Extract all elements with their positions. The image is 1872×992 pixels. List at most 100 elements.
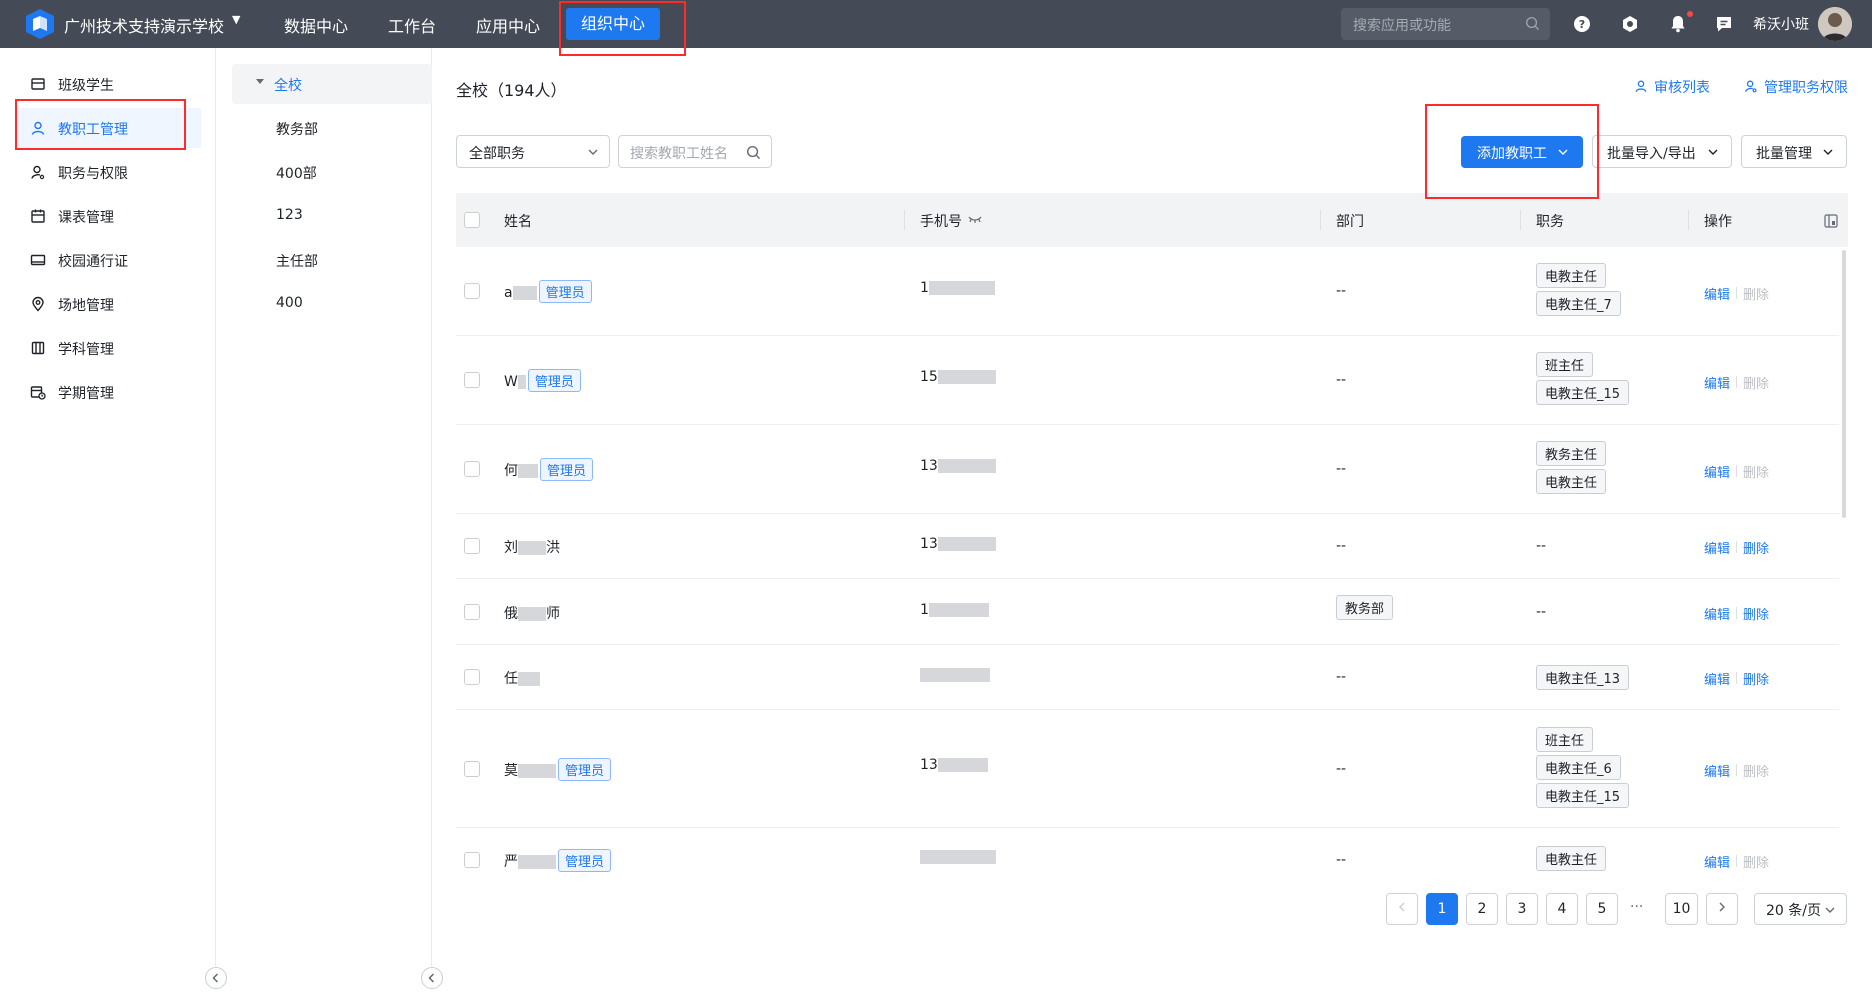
edit-link[interactable]: 编辑 [1704, 604, 1730, 623]
help-icon[interactable]: ? [1571, 13, 1593, 35]
dept-item[interactable]: 400 [232, 284, 432, 324]
row-checkbox[interactable] [464, 852, 480, 868]
position-tag: 电教主任 [1536, 263, 1607, 288]
prev-page-button[interactable] [1386, 893, 1418, 925]
delete-link[interactable]: 删除 [1743, 284, 1769, 303]
dept-item[interactable]: 123 [232, 196, 432, 236]
staff-name[interactable]: 莫 管理员 [504, 758, 612, 781]
column-settings-icon[interactable] [1824, 214, 1838, 228]
masked-name [518, 672, 540, 686]
caret-down-icon[interactable]: ▼ [232, 13, 240, 26]
page-button-1[interactable]: 1 [1426, 893, 1458, 925]
masked-name [512, 286, 537, 300]
sidebar-collapse-button[interactable] [205, 967, 227, 989]
edit-link[interactable]: 编辑 [1704, 669, 1730, 688]
edit-link[interactable]: 编辑 [1704, 284, 1730, 303]
position-value: -- [1536, 538, 1547, 554]
position-filter-select[interactable]: 全部职务 [456, 135, 610, 168]
row-checkbox[interactable] [464, 461, 480, 477]
edit-link[interactable]: 编辑 [1704, 462, 1730, 481]
chevron-right-icon [1719, 902, 1725, 912]
page-button-5[interactable]: 5 [1586, 893, 1618, 925]
dept-item-whole-school[interactable]: 全校 [232, 64, 432, 104]
column-divider[interactable] [1520, 210, 1521, 230]
row-checkbox[interactable] [464, 604, 480, 620]
phone-number [920, 667, 990, 683]
message-icon[interactable] [1713, 13, 1735, 35]
page-ellipsis[interactable]: ··· [1630, 899, 1643, 915]
nav-workbench[interactable]: 工作台 [388, 13, 436, 37]
batch-manage-button[interactable]: 批量管理 [1741, 135, 1847, 168]
dept-item[interactable]: 教务部 [232, 108, 432, 148]
staff-name[interactable]: 俄师 [504, 603, 560, 623]
notification-bell-icon[interactable] [1667, 13, 1689, 35]
username[interactable]: 希沃小班 [1753, 14, 1809, 34]
phone-number: 13 [920, 757, 988, 773]
delete-link[interactable]: 删除 [1743, 669, 1769, 688]
app-search-input[interactable]: 搜索应用或功能 [1341, 8, 1550, 40]
edit-link[interactable]: 编辑 [1704, 538, 1730, 557]
settings-hex-icon[interactable] [1619, 13, 1641, 35]
sidebar-item-class-students[interactable]: 班级学生 [16, 64, 201, 104]
chevron-down-icon [588, 149, 598, 155]
sidebar-item-subject-management[interactable]: 学科管理 [16, 328, 201, 368]
column-divider[interactable] [1688, 210, 1689, 230]
row-checkbox[interactable] [464, 669, 480, 685]
sidebar-item-semester-management[interactable]: 学期管理 [16, 372, 201, 412]
delete-link[interactable]: 删除 [1743, 604, 1769, 623]
delete-link[interactable]: 删除 [1743, 462, 1769, 481]
caret-down-icon[interactable] [256, 79, 264, 84]
school-name[interactable]: 广州技术支持演示学校 [64, 13, 224, 37]
column-divider[interactable] [1320, 210, 1321, 230]
edit-link[interactable]: 编辑 [1704, 761, 1730, 780]
sidebar-item-timetable[interactable]: 课表管理 [16, 196, 201, 236]
delete-link[interactable]: 删除 [1743, 373, 1769, 392]
delete-link[interactable]: 删除 [1743, 852, 1769, 871]
page-button-3[interactable]: 3 [1506, 893, 1538, 925]
column-divider[interactable] [904, 210, 905, 230]
col-name: 姓名 [504, 214, 532, 230]
delete-link[interactable]: 删除 [1743, 761, 1769, 780]
row-checkbox[interactable] [464, 372, 480, 388]
staff-name[interactable]: 刘洪 [504, 537, 560, 557]
dept-item[interactable]: 400部 [232, 152, 432, 192]
dept-item[interactable]: 主任部 [232, 240, 432, 280]
school-logo-icon[interactable] [24, 8, 56, 40]
next-page-button[interactable] [1706, 893, 1738, 925]
staff-name[interactable]: a 管理员 [504, 280, 592, 303]
location-pin-icon [32, 296, 44, 312]
table-scrollbar[interactable] [1842, 250, 1846, 518]
avatar[interactable] [1818, 7, 1852, 41]
department-value: -- [1336, 538, 1347, 554]
nav-data-center[interactable]: 数据中心 [284, 13, 348, 37]
staff-name[interactable]: 何 管理员 [504, 458, 594, 481]
select-all-checkbox[interactable] [464, 212, 480, 228]
batch-import-export-button[interactable]: 批量导入/导出 [1592, 135, 1732, 168]
page-button-4[interactable]: 4 [1546, 893, 1578, 925]
sidebar-item-campus-pass[interactable]: 校园通行证 [16, 240, 201, 280]
eye-closed-icon[interactable] [968, 214, 982, 226]
sidebar-item-positions-permissions[interactable]: 职务与权限 [16, 152, 201, 192]
staff-name[interactable]: 严 管理员 [504, 849, 612, 872]
row-checkbox[interactable] [464, 283, 480, 299]
staff-name[interactable]: W 管理员 [504, 369, 581, 392]
page-button-2[interactable]: 2 [1466, 893, 1498, 925]
admin-tag: 管理员 [527, 369, 581, 392]
sidebar-item-label: 职务与权限 [58, 166, 128, 182]
sidebar-item-venue-management[interactable]: 场地管理 [16, 284, 201, 324]
page-button-10[interactable]: 10 [1665, 893, 1698, 925]
row-checkbox[interactable] [464, 538, 480, 554]
staff-search-input[interactable]: 搜索教职工姓名 [618, 135, 772, 168]
table-row: 莫 管理员 13 -- 班主任 电教主任_6 电教主任_15 编辑 删除 [456, 710, 1839, 828]
row-checkbox[interactable] [464, 761, 480, 777]
dept-collapse-button[interactable] [421, 967, 443, 989]
admin-tag: 管理员 [538, 280, 592, 303]
delete-link[interactable]: 删除 [1743, 538, 1769, 557]
nav-app-center[interactable]: 应用中心 [476, 13, 540, 37]
position-tag: 班主任 [1536, 727, 1594, 752]
page-size-select[interactable]: 20 条/页 [1754, 893, 1847, 925]
edit-link[interactable]: 编辑 [1704, 852, 1730, 871]
class-students-icon [31, 78, 45, 90]
staff-name[interactable]: 任 [504, 668, 540, 688]
edit-link[interactable]: 编辑 [1704, 373, 1730, 392]
